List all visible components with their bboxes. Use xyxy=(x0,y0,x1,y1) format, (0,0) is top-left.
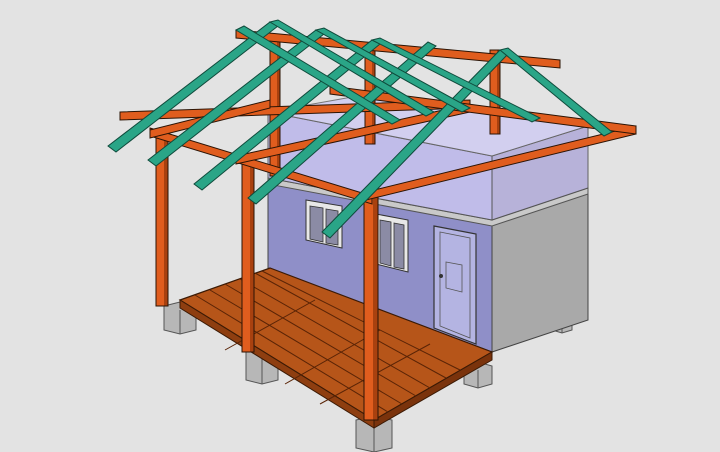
door xyxy=(433,225,477,345)
post-middle-left xyxy=(241,153,255,353)
cabin-model-drawing xyxy=(0,0,720,452)
door-knob-icon xyxy=(439,274,443,278)
model-viewport[interactable] xyxy=(0,0,720,452)
post-front xyxy=(363,189,379,421)
window-right xyxy=(375,213,409,273)
